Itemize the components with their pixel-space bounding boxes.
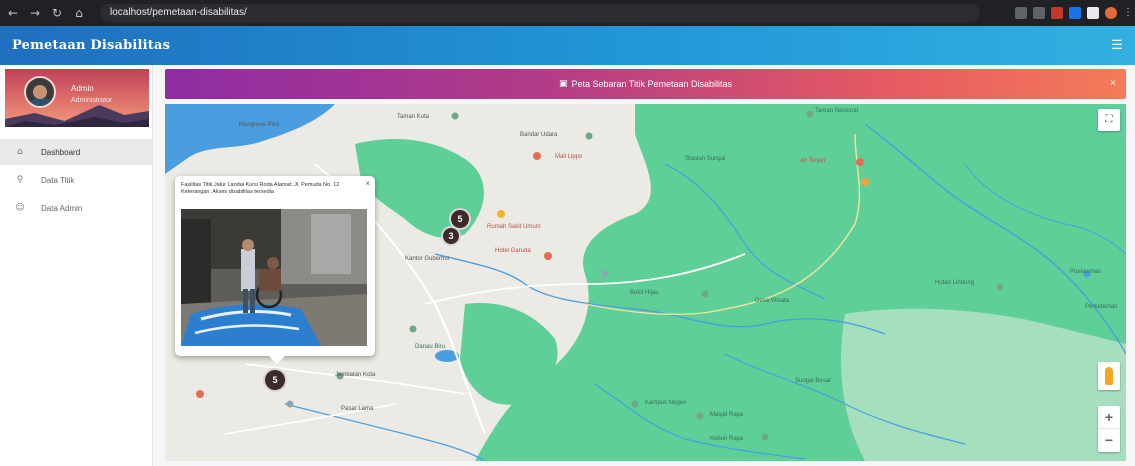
extension-icon[interactable] (1087, 7, 1099, 19)
map-label: Mall Lippo (555, 154, 583, 160)
map-label: Taman Nasional (815, 108, 859, 114)
sidebar-item-label: Dashboard (41, 147, 81, 157)
map-icon: ▣ (558, 79, 568, 89)
extension-icon[interactable] (1033, 7, 1045, 19)
close-icon[interactable]: × (1110, 78, 1116, 89)
sidebar: Admin Administrator ⌂ Dashboard ⚲ Data T… (0, 65, 153, 466)
map-label: Perkebunan (1085, 304, 1118, 310)
banner-text: Peta Sebaran Titik Pemetaan Disabilitas (571, 79, 733, 89)
map-info-window: Fasilitas Titik Jalur Landai Kursi Roda … (175, 176, 375, 364)
profile-background-art (5, 105, 149, 127)
map-label: Taman Kota (397, 114, 430, 120)
user-profile-card: Admin Administrator (5, 69, 149, 127)
zoom-control: + − (1098, 406, 1120, 452)
map-label: Bandar Udara (520, 132, 558, 138)
main-content: ▣ Peta Sebaran Titik Pemetaan Disabilita… (153, 65, 1135, 466)
app-header: Pemetaan Disabilitas ☰ (0, 26, 1135, 65)
app-title: Pemetaan Disabilitas (12, 38, 171, 53)
avatar[interactable] (24, 76, 56, 108)
map-label: Puskesmas (1070, 269, 1102, 275)
map-label: Desa Wisata (755, 298, 790, 304)
map-label: Rumah Sakit Umum (487, 224, 541, 230)
browser-toolbar: ← → ↻ ⌂ localhost/pemetaan-disabilitas/ … (0, 0, 1135, 26)
kebab-menu-icon[interactable]: ⋮ (1123, 7, 1133, 19)
extension-icon[interactable] (1069, 7, 1081, 19)
map-view[interactable]: Mangrove Park Taman Kota Mall Lippo Ruma… (165, 104, 1126, 461)
pin-icon: ⚲ (16, 175, 24, 185)
map-label: Hotel Garuda (495, 248, 531, 254)
map-label: Air Terjun (800, 158, 826, 164)
map-label: Sungai Besar (795, 378, 832, 384)
reload-icon[interactable]: ↻ (50, 6, 64, 20)
sidebar-item-label: Data Admin (41, 203, 83, 213)
extensions-area: ⋮ (1015, 7, 1133, 19)
location-photo[interactable] (181, 209, 367, 346)
user-name: Admin (71, 84, 94, 93)
sidebar-item-label: Data Titik (41, 175, 75, 185)
info-window-tail (269, 356, 285, 364)
home-icon[interactable]: ⌂ (72, 6, 86, 20)
home-icon: ⌂ (17, 147, 23, 157)
user-role: Administrator (71, 97, 113, 104)
users-icon: ☺ (15, 203, 25, 213)
sidebar-nav: ⌂ Dashboard ⚲ Data Titik ☺ Data Admin (0, 139, 152, 221)
fullscreen-icon[interactable]: ⛶ (1098, 109, 1120, 131)
map-label: Masjid Raya (710, 412, 744, 418)
marker-cluster[interactable]: 5 (263, 368, 287, 392)
map-label: Danau Biru (415, 344, 446, 350)
map-label: Bukit Hijau (630, 290, 659, 296)
menu-icon[interactable]: ☰ (1109, 37, 1125, 53)
sidebar-item-data-admin[interactable]: ☺ Data Admin (0, 195, 152, 221)
back-icon[interactable]: ← (6, 6, 20, 20)
extension-icon[interactable] (1015, 7, 1027, 19)
street-view-pegman-icon[interactable] (1098, 362, 1120, 390)
sidebar-item-data-titik[interactable]: ⚲ Data Titik (0, 167, 152, 193)
map-label: Kantor Gubernur (405, 256, 450, 262)
address-bar[interactable]: localhost/pemetaan-disabilitas/ (100, 4, 980, 22)
info-window-text: Fasilitas Titik Jalur Landai Kursi Roda … (181, 182, 340, 195)
sidebar-item-dashboard[interactable]: ⌂ Dashboard (0, 139, 152, 165)
map-label: Pasar Lama (341, 406, 374, 412)
map-label: Mangrove Park (239, 122, 280, 128)
close-icon[interactable]: × (365, 179, 370, 188)
map-label: Hutan Lindung (935, 280, 975, 286)
map-label: Jembatan Kota (335, 372, 376, 378)
zoom-in-button[interactable]: + (1098, 406, 1120, 429)
map-title-banner: ▣ Peta Sebaran Titik Pemetaan Disabilita… (165, 69, 1126, 99)
map-label: Kampus Negeri (645, 400, 687, 406)
forward-icon[interactable]: → (28, 6, 42, 20)
profile-icon[interactable] (1105, 7, 1117, 19)
marker-cluster[interactable]: 3 (441, 226, 461, 246)
extension-icon[interactable] (1051, 7, 1063, 19)
zoom-out-button[interactable]: − (1098, 429, 1120, 452)
map-label: Stasiun Sungai (685, 156, 726, 162)
map-label: Kebun Raya (710, 436, 744, 442)
